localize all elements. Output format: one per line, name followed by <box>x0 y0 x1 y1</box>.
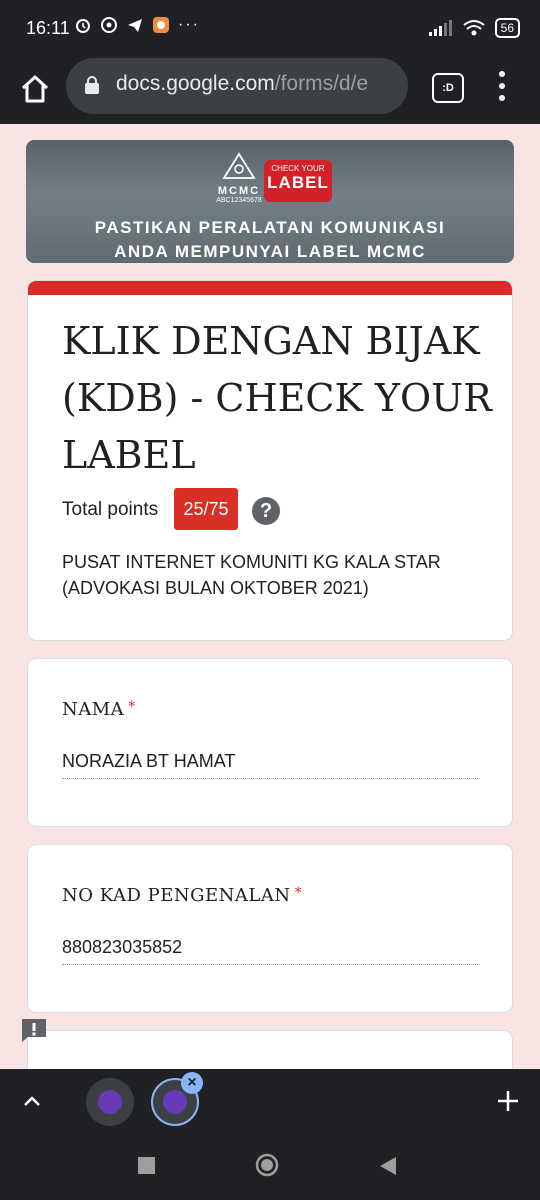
back-icon[interactable] <box>378 1155 398 1177</box>
battery-icon: 56 <box>494 18 520 38</box>
wifi-icon <box>463 20 485 36</box>
app-notification-icon <box>153 17 169 33</box>
system-icons: 56 <box>428 18 520 38</box>
status-bar: 16:11 ··· 56 <box>0 0 540 58</box>
question-card-ic: NO KAD PENGENALAN * 880823035852 <box>27 844 513 1013</box>
question-label: NAMA * <box>62 699 136 720</box>
check-your-label-badge: CHECK YOUR LABEL <box>264 160 332 202</box>
recents-icon[interactable] <box>138 1157 155 1174</box>
points-label: Total points <box>62 499 159 520</box>
tab-item-forms[interactable] <box>86 1078 134 1126</box>
banner-line-1: PASTIKAN PERALATAN KOMUNIKASI <box>94 218 446 237</box>
system-nav-bar <box>0 1135 540 1200</box>
required-asterisk: * <box>128 699 136 715</box>
title-accent-stripe <box>28 281 512 295</box>
forms-icon <box>163 1090 187 1114</box>
question-label: NO KAD PENGENALAN * <box>62 885 302 906</box>
more-notifications-icon: ··· <box>178 16 200 33</box>
tab-switcher-button[interactable]: :D <box>432 73 464 103</box>
alarm-icon <box>76 19 90 33</box>
question-text: NAMA <box>62 699 125 720</box>
form-title: KLIK DENGAN BIJAK (KDB) - CHECK YOUR LAB… <box>62 319 492 477</box>
form-title-card: KLIK DENGAN BIJAK (KDB) - CHECK YOUR LAB… <box>27 280 513 641</box>
address-bar[interactable]: docs.google.com/forms/d/e <box>66 58 408 114</box>
feedback-icon[interactable] <box>20 1017 48 1043</box>
form-description: PUSAT INTERNET KOMUNITI KG KALA STAR (AD… <box>62 552 441 598</box>
help-icon[interactable]: ? <box>252 497 280 525</box>
answer-field: NORAZIA BT HAMAT <box>62 751 480 779</box>
banner-line-2: ANDA MEMPUNYAI LABEL MCMC <box>114 242 426 261</box>
home-icon[interactable] <box>18 72 52 106</box>
new-tab-icon[interactable] <box>494 1087 522 1115</box>
badge-big-text: LABEL <box>267 173 329 192</box>
more-vert-icon[interactable] <box>494 68 510 104</box>
browser-toolbar: docs.google.com/forms/d/e :D <box>0 58 540 124</box>
url-path: /forms/d/e <box>274 72 369 95</box>
mcmc-emblem-icon <box>222 152 256 179</box>
signal-icon <box>428 20 452 36</box>
close-tab-icon[interactable]: × <box>181 1072 203 1094</box>
lock-icon <box>85 76 99 94</box>
url-text: docs.google.com/forms/d/e <box>116 72 396 96</box>
header-banner: MCMC ABC12345678 CHECK YOUR LABEL PASTIK… <box>26 140 514 263</box>
status-time: 16:11 <box>26 18 70 38</box>
chrome-icon <box>101 17 117 33</box>
question-text: NO KAD PENGENALAN <box>62 885 291 906</box>
url-domain: docs.google.com <box>116 72 275 95</box>
tab-strip: × <box>0 1069 540 1135</box>
notification-icons: ··· <box>74 16 200 34</box>
points-score-badge: 25/75 <box>174 488 238 530</box>
telegram-icon <box>128 19 142 32</box>
required-asterisk: * <box>294 885 303 901</box>
answer-field: 880823035852 <box>62 937 480 965</box>
chevron-up-icon[interactable] <box>22 1091 42 1111</box>
badge-small-text: CHECK YOUR <box>271 164 325 173</box>
question-card-nama: NAMA * NORAZIA BT HAMAT <box>27 658 513 827</box>
forms-icon <box>98 1090 122 1114</box>
nav-home-icon[interactable] <box>255 1153 279 1177</box>
